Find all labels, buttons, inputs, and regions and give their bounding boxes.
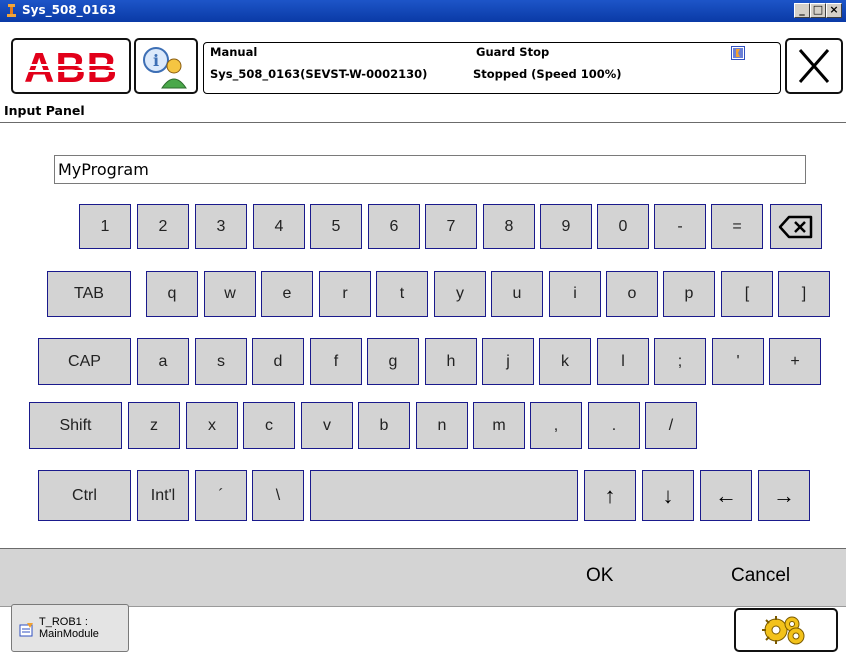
key-u[interactable]: u xyxy=(491,271,543,317)
task-button-main-module[interactable]: T_ROB1 : MainModule xyxy=(11,604,129,652)
key-a[interactable]: a xyxy=(137,338,189,385)
panel-title: Input Panel xyxy=(4,103,85,118)
status-bar[interactable]: Manual Guard Stop Sys_508_0163(SEVST-W-0… xyxy=(203,42,781,94)
key-p[interactable]: p xyxy=(663,271,715,317)
window-title: Sys_508_0163 xyxy=(22,3,117,17)
key-4[interactable]: 4 xyxy=(253,204,305,249)
robot-status-icon xyxy=(731,46,745,60)
key-slash[interactable]: / xyxy=(645,402,697,449)
svg-text:i: i xyxy=(153,51,159,70)
flexpendant-window: Sys_508_0163 _ □ × ABB i Manual Guard St… xyxy=(0,0,846,664)
key-ctrl[interactable]: Ctrl xyxy=(38,470,131,521)
operating-mode: Manual xyxy=(210,45,258,59)
key-apostrophe[interactable]: ' xyxy=(712,338,764,385)
program-status: Stopped (Speed 100%) xyxy=(473,67,622,81)
key-i[interactable]: i xyxy=(549,271,601,317)
key-v[interactable]: v xyxy=(301,402,353,449)
key-arrow-down[interactable]: ↓ xyxy=(642,470,694,521)
key-m[interactable]: m xyxy=(473,402,525,449)
key-e[interactable]: e xyxy=(261,271,313,317)
key-tab[interactable]: TAB xyxy=(47,271,131,317)
key-g[interactable]: g xyxy=(367,338,419,385)
key-space[interactable] xyxy=(310,470,578,521)
task-label-line1: T_ROB1 : xyxy=(39,616,88,628)
key-plus[interactable]: + xyxy=(769,338,821,385)
key-z[interactable]: z xyxy=(128,402,180,449)
key-x[interactable]: x xyxy=(186,402,238,449)
key-d[interactable]: d xyxy=(252,338,304,385)
key-intl[interactable]: Int'l xyxy=(137,470,189,521)
key-l[interactable]: l xyxy=(597,338,649,385)
close-icon xyxy=(798,49,830,83)
key-shift[interactable]: Shift xyxy=(29,402,122,449)
text-input-field[interactable]: MyProgram xyxy=(54,155,806,184)
operator-info-icon: i xyxy=(143,47,187,89)
key-f[interactable]: f xyxy=(310,338,362,385)
key-w[interactable]: w xyxy=(204,271,256,317)
key-3[interactable]: 3 xyxy=(195,204,247,249)
key-right-bracket[interactable]: ] xyxy=(778,271,830,317)
key-r[interactable]: r xyxy=(319,271,371,317)
info-button[interactable]: i xyxy=(134,38,198,94)
key-arrow-right[interactable]: → xyxy=(758,470,810,521)
key-semicolon[interactable]: ; xyxy=(654,338,706,385)
abb-menu-button[interactable]: ABB xyxy=(11,38,131,94)
program-module-icon xyxy=(19,623,33,637)
input-panel: MyProgram 1 2 3 4 5 6 7 8 9 0 - = TAB q … xyxy=(0,123,846,548)
key-c[interactable]: c xyxy=(243,402,295,449)
close-panel-button[interactable] xyxy=(785,38,843,94)
key-equals[interactable]: = xyxy=(711,204,763,249)
maximize-button[interactable]: □ xyxy=(810,3,826,18)
title-bar: Sys_508_0163 _ □ × xyxy=(0,0,846,22)
gears-icon xyxy=(762,616,805,645)
key-t[interactable]: t xyxy=(376,271,428,317)
key-left-bracket[interactable]: [ xyxy=(721,271,773,317)
key-y[interactable]: y xyxy=(434,271,486,317)
task-label-line2: MainModule xyxy=(39,628,99,640)
key-0[interactable]: 0 xyxy=(597,204,649,249)
robot-app-icon xyxy=(7,4,16,17)
ok-button[interactable]: OK xyxy=(586,565,613,587)
key-minus[interactable]: - xyxy=(654,204,706,249)
key-j[interactable]: j xyxy=(482,338,534,385)
controller-state: Guard Stop xyxy=(476,45,550,59)
key-o[interactable]: o xyxy=(606,271,658,317)
key-q[interactable]: q xyxy=(146,271,198,317)
key-period[interactable]: . xyxy=(588,402,640,449)
window-close-button[interactable]: × xyxy=(826,3,842,18)
key-n[interactable]: n xyxy=(416,402,468,449)
key-6[interactable]: 6 xyxy=(368,204,420,249)
abb-logo: ABB xyxy=(17,44,125,91)
key-h[interactable]: h xyxy=(425,338,477,385)
key-5[interactable]: 5 xyxy=(310,204,362,249)
key-backslash[interactable]: \ xyxy=(252,470,304,521)
key-caps[interactable]: CAP xyxy=(38,338,131,385)
system-name: Sys_508_0163(SEVST-W-0002130) xyxy=(210,67,428,81)
key-b[interactable]: b xyxy=(358,402,410,449)
key-comma[interactable]: , xyxy=(530,402,582,449)
key-1[interactable]: 1 xyxy=(79,204,131,249)
svg-text:ABB: ABB xyxy=(24,44,118,91)
key-k[interactable]: k xyxy=(539,338,591,385)
pendant-header: ABB i Manual Guard Stop Sys_508_0163(SEV… xyxy=(0,22,846,99)
backspace-icon xyxy=(778,215,813,238)
key-7[interactable]: 7 xyxy=(425,204,477,249)
minimize-button[interactable]: _ xyxy=(794,3,810,18)
key-2[interactable]: 2 xyxy=(137,204,189,249)
key-8[interactable]: 8 xyxy=(483,204,535,249)
key-9[interactable]: 9 xyxy=(540,204,592,249)
key-arrow-up[interactable]: ↑ xyxy=(584,470,636,521)
key-arrow-left[interactable]: ← xyxy=(700,470,752,521)
quickset-button[interactable] xyxy=(734,608,838,652)
command-bar: OK Cancel xyxy=(0,548,846,606)
key-s[interactable]: s xyxy=(195,338,247,385)
backspace-key[interactable] xyxy=(770,204,822,249)
key-acute[interactable]: ´ xyxy=(195,470,247,521)
cancel-button[interactable]: Cancel xyxy=(731,565,790,587)
